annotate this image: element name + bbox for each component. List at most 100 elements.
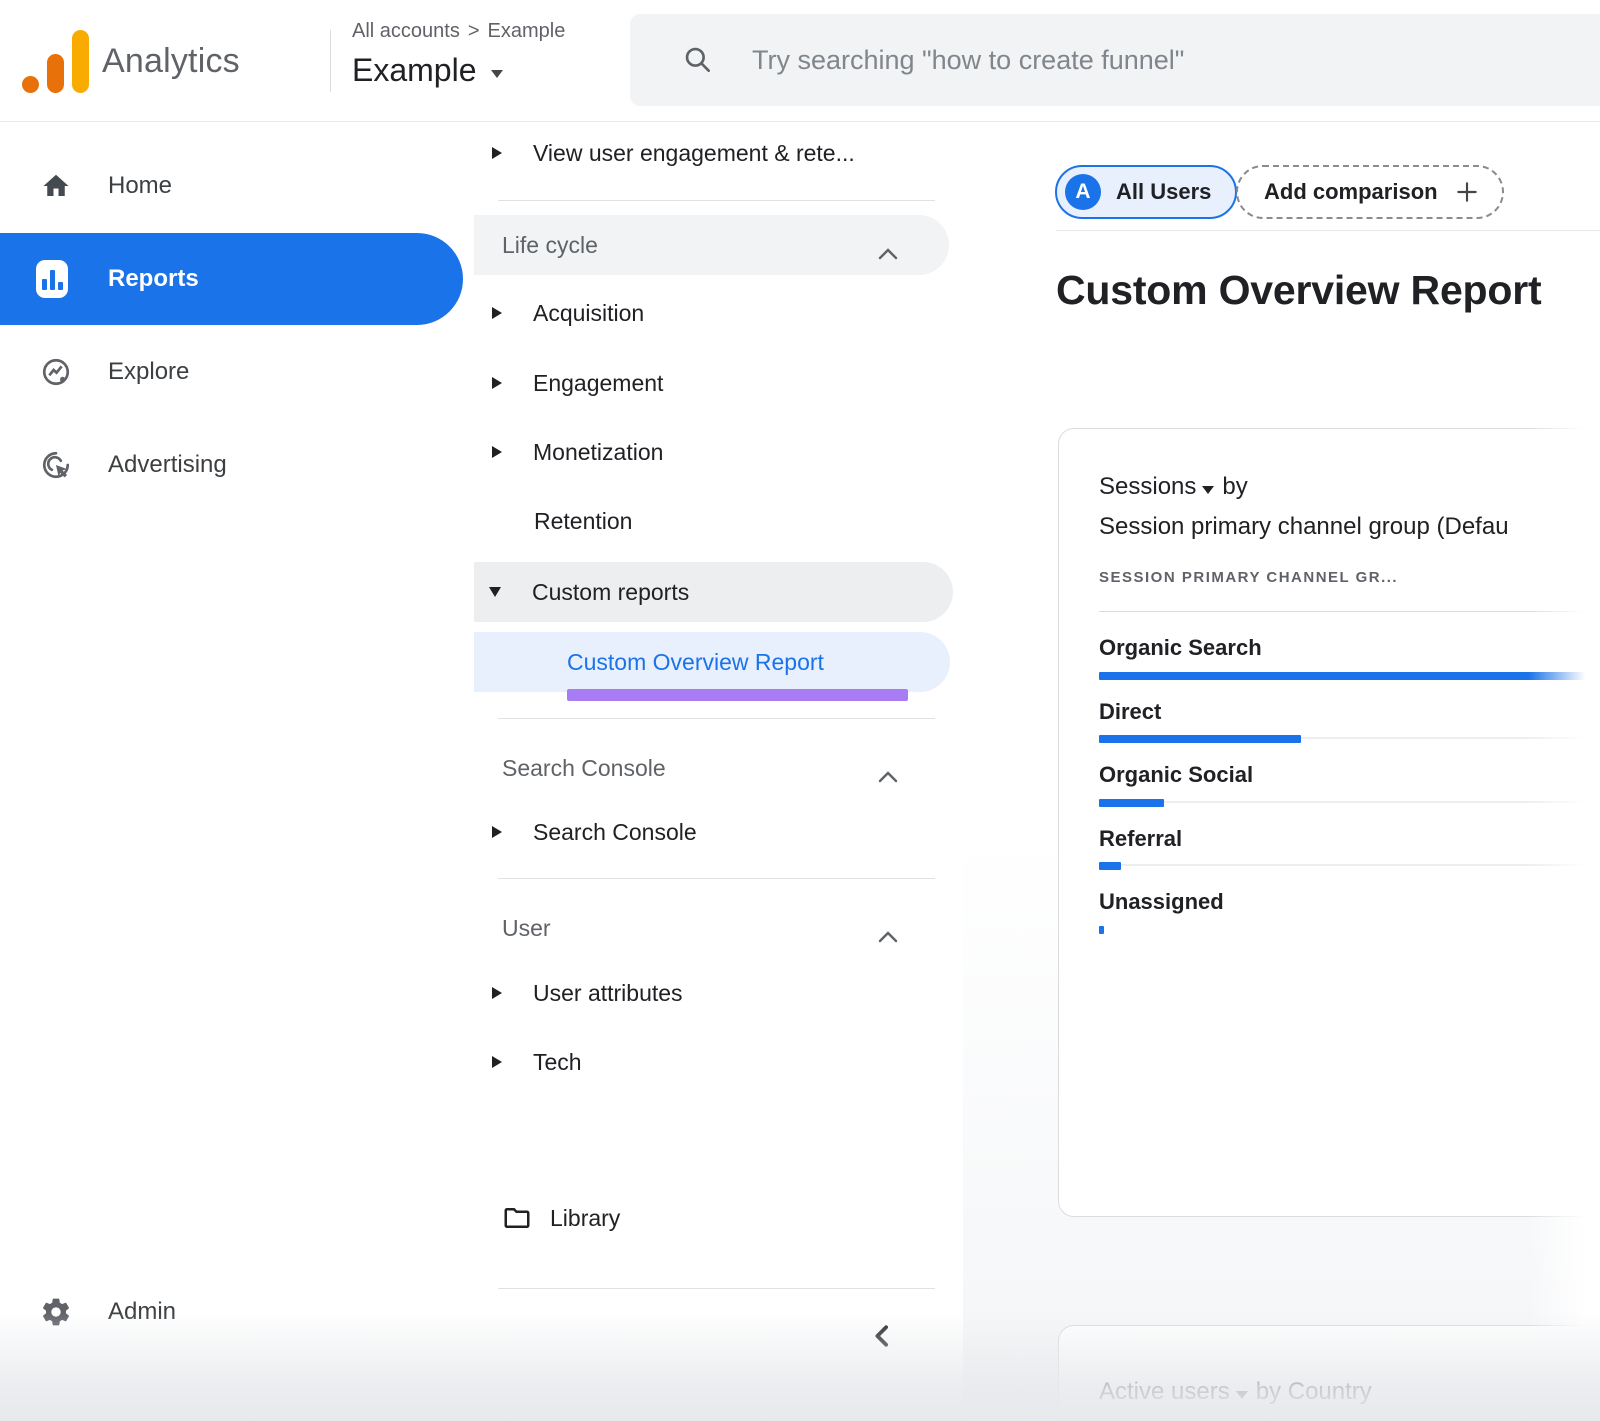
search-input[interactable] [752,45,1580,76]
analytics-logo-icon[interactable] [22,30,92,96]
report-canvas: A All Users Add comparison Custom Overvi… [940,122,1600,1421]
chevron-down-icon [1202,486,1214,494]
property-name: Example [352,52,477,89]
sidebar-item-label: Explore [108,358,189,386]
nav-item-custom-reports[interactable]: Custom reports [463,562,953,622]
property-switcher[interactable]: Example [352,52,503,89]
sidebar-item-reports[interactable]: Reports [0,233,463,325]
channel-bar [1099,926,1104,934]
nav-divider [498,718,935,719]
expand-right-icon [492,1056,502,1068]
sidebar-item-home[interactable]: Home [0,140,463,232]
expand-right-icon [492,446,502,458]
dimension-selector[interactable]: Session primary channel group (Defau [1099,513,1509,541]
all-users-segment-chip[interactable]: A All Users [1055,165,1237,219]
plus-icon [1454,179,1480,205]
logo-dot [22,76,39,93]
reports-nav-panel: View user engagement & rete... Life cycl… [463,122,963,1421]
search-icon [682,44,714,76]
product-name: Analytics [102,42,240,81]
nav-item-engagement[interactable]: Engagement [474,358,954,408]
nav-item-acquisition[interactable]: Acquisition [474,288,954,338]
expand-down-icon [489,587,501,597]
metric-selector[interactable]: Sessions by [1099,473,1248,501]
segment-label: All Users [1116,179,1211,205]
nav-section-life-cycle[interactable]: Life cycle [463,215,949,275]
header-divider [330,30,331,92]
chevron-left-icon [868,1321,898,1351]
chevron-down-icon [491,70,503,78]
dimension-column-header[interactable]: SESSION PRIMARY CHANNEL GR... [1099,569,1398,586]
channel-label: Referral [1099,826,1182,852]
expand-right-icon [492,147,502,159]
sidebar-item-advertising[interactable]: Advertising [0,419,463,511]
nav-item-library[interactable]: Library [474,1190,954,1246]
expand-right-icon [492,987,502,999]
channel-row: Referral [1099,803,1600,867]
channel-label: Organic Social [1099,762,1253,788]
reports-icon [36,263,68,295]
chevron-up-icon [878,762,898,789]
metric-selector[interactable]: Active users by Country [1099,1378,1372,1406]
home-icon [40,170,72,202]
explore-icon [40,356,72,388]
channel-label: Unassigned [1099,889,1224,915]
nav-item-tech[interactable]: Tech [474,1037,954,1087]
nav-section-search-console[interactable]: Search Console [463,738,949,798]
sidebar-item-label: Home [108,172,172,200]
breadcrumb-entity: Example [488,20,566,43]
nav-item-custom-overview-report[interactable]: Custom Overview Report [463,632,950,692]
annotation-underline [567,689,908,701]
chevron-up-icon [878,239,898,266]
channel-row: Direct [1099,676,1600,740]
breadcrumb-account: All accounts [352,20,460,43]
nav-item-retention[interactable]: Retention [474,496,954,546]
chevron-up-icon [878,922,898,949]
nav-section-user[interactable]: User [463,898,949,958]
add-comparison-label: Add comparison [1264,179,1438,205]
chevron-down-icon [1236,1391,1248,1399]
nav-divider [498,1288,935,1289]
page-title: Custom Overview Report [1056,267,1541,314]
metric-name: Active users [1099,1378,1230,1406]
nav-item-monetization[interactable]: Monetization [474,427,954,477]
channel-rows: Organic Search Direct Organic Social Referr… [1099,612,1600,930]
channel-row: Unassigned [1099,866,1600,930]
header-rule [1056,230,1600,231]
sidebar-item-label: Admin [108,1298,176,1326]
nav-divider [498,200,935,201]
expand-right-icon [492,826,502,838]
metric-name: Sessions [1099,473,1196,501]
logo-bar-short [47,54,64,93]
logo-bar-tall [72,30,89,93]
nav-item-view-user-engagement[interactable]: View user engagement & rete... [474,128,954,178]
primary-sidebar: Home Reports Explore [0,122,474,1421]
channel-label: Direct [1099,699,1161,725]
expand-right-icon [492,377,502,389]
segment-avatar: A [1065,174,1101,210]
folder-icon [502,1203,532,1233]
sessions-by-channel-card: Sessions by Session primary channel grou… [1058,428,1600,1217]
sidebar-item-label: Advertising [108,451,227,479]
sidebar-item-explore[interactable]: Explore [0,326,463,418]
add-comparison-button[interactable]: Add comparison [1236,165,1504,219]
sidebar-item-label: Reports [108,265,199,293]
metric-by: by Country [1256,1378,1372,1406]
ga4-app-window: Analytics All accounts > Example Example… [0,0,1600,1421]
gear-icon [40,1296,72,1328]
channel-row: Organic Search [1099,612,1600,676]
search-bar [630,14,1600,106]
breadcrumb[interactable]: All accounts > Example [352,20,565,43]
channel-row: Organic Social [1099,739,1600,803]
nav-item-search-console[interactable]: Search Console [474,807,954,857]
nav-divider [498,878,935,879]
sidebar-item-admin[interactable]: Admin [0,1266,463,1358]
channel-label: Organic Search [1099,635,1262,661]
metric-by: by [1222,473,1247,501]
nav-item-user-attributes[interactable]: User attributes [474,968,954,1018]
app-header: Analytics All accounts > Example Example [0,0,1600,122]
expand-right-icon [492,307,502,319]
collapse-nav-button[interactable] [861,1314,905,1358]
advertising-icon [40,449,72,481]
breadcrumb-chevron-icon: > [468,20,480,43]
